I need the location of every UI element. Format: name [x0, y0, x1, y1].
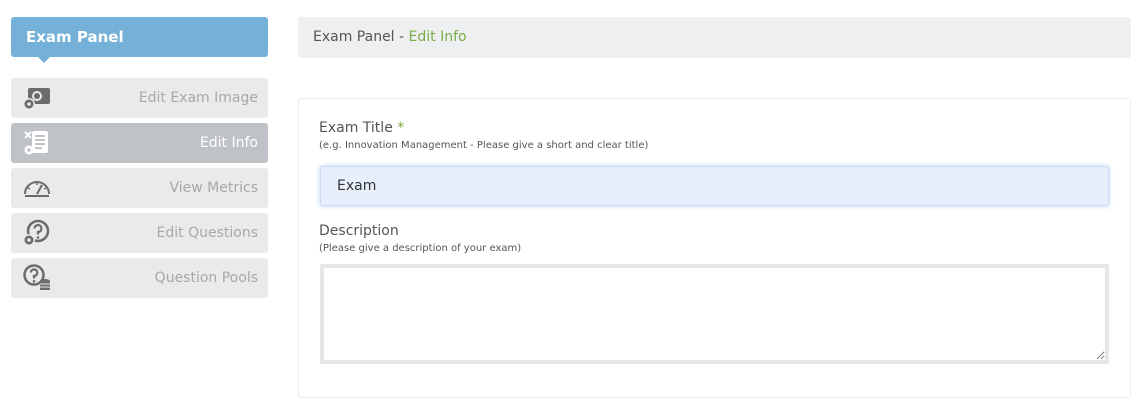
exam-info-form: Exam Title * (e.g. Innovation Management…: [298, 98, 1131, 398]
sidebar-item-view-metrics[interactable]: View Metrics: [11, 168, 268, 208]
description-label: Description: [319, 223, 399, 239]
question-database-icon: [22, 264, 52, 292]
description-textarea[interactable]: [320, 264, 1109, 364]
exam-title-label: Exam Title *: [319, 120, 404, 136]
sidebar-item-label: Question Pools: [154, 270, 258, 286]
sidebar-item-question-pools[interactable]: Question Pools: [11, 258, 268, 298]
sidebar-item-edit-questions[interactable]: Edit Questions: [11, 213, 268, 253]
sidebar-item-label: Edit Questions: [156, 225, 258, 241]
exam-panel-header: Exam Panel: [11, 17, 268, 63]
required-marker: *: [397, 120, 405, 136]
sidebar-item-label: Edit Exam Image: [138, 90, 258, 106]
sidebar-item-edit-info[interactable]: Edit Info: [11, 123, 268, 163]
sidebar-item-label: View Metrics: [169, 180, 259, 196]
exam-title-input[interactable]: [320, 166, 1109, 206]
breadcrumb-root[interactable]: Exam Panel: [313, 29, 395, 45]
exam-title-hint: (e.g. Innovation Management - Please giv…: [319, 140, 649, 151]
breadcrumb-current: Edit Info: [408, 29, 467, 45]
exam-panel-sidebar: Exam Panel Edit Exam Image Edit Info Vie…: [11, 17, 268, 298]
document-gear-icon: [22, 129, 52, 157]
speedometer-icon: [22, 174, 52, 202]
breadcrumb: Exam Panel - Edit Info: [298, 17, 1131, 58]
sidebar-item-edit-exam-image[interactable]: Edit Exam Image: [11, 78, 268, 118]
exam-title-label-text: Exam Title: [319, 120, 393, 136]
breadcrumb-separator: -: [394, 29, 409, 45]
sidebar-item-label: Edit Info: [199, 135, 258, 151]
description-hint: (Please give a description of your exam): [319, 243, 522, 254]
image-gear-icon: [22, 84, 52, 112]
question-gear-icon: [22, 219, 52, 247]
